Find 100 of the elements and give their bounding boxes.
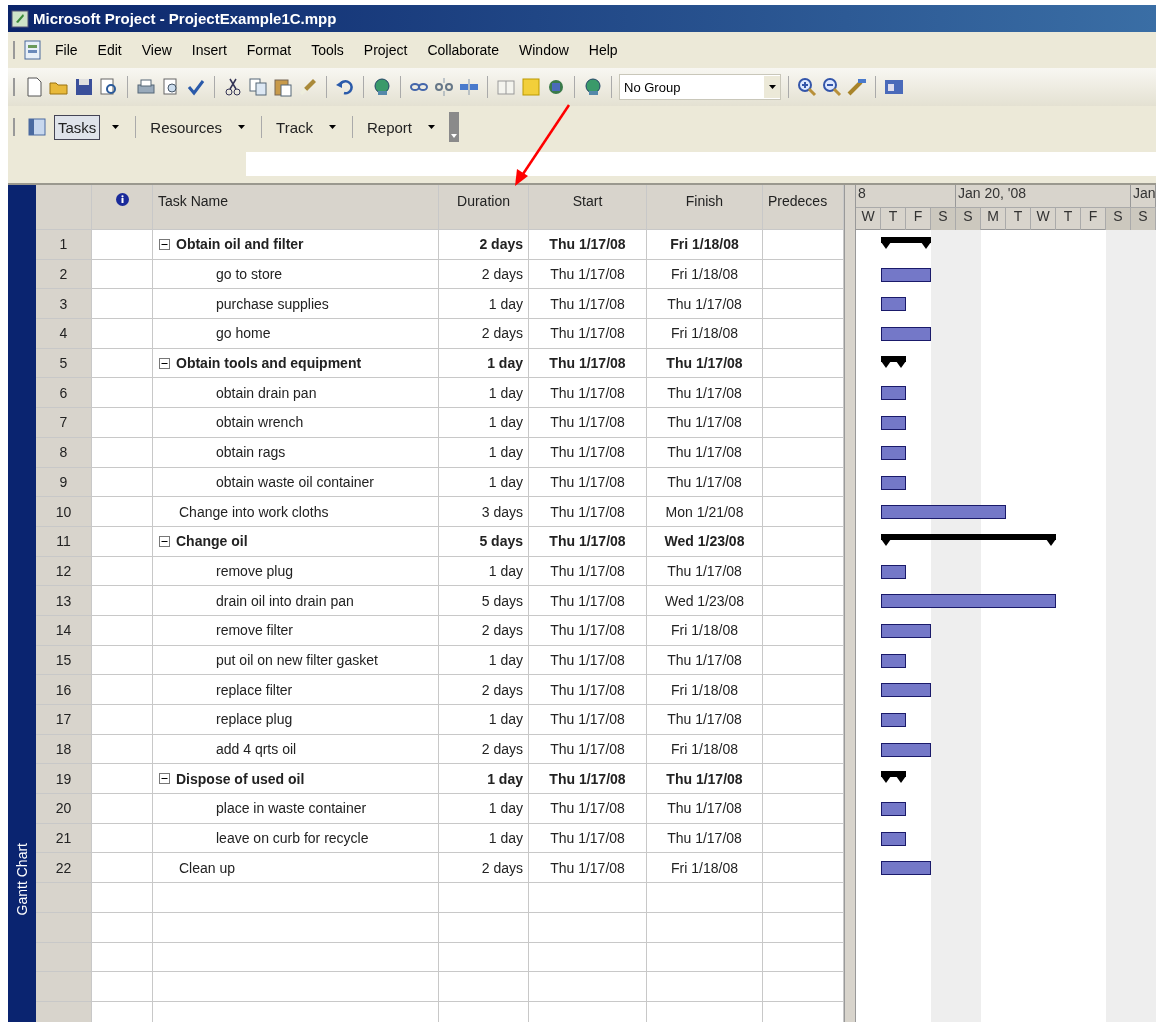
row-number[interactable]: 13 [36, 586, 92, 615]
wand-icon[interactable] [846, 76, 868, 98]
row-number[interactable]: 22 [36, 853, 92, 883]
table-cell: Fri 1/18/08 [647, 853, 763, 883]
task-bar[interactable] [881, 683, 931, 698]
dropdown-caret-icon[interactable] [329, 125, 336, 129]
toolbar-grip-icon[interactable] [12, 76, 16, 98]
dropdown-caret-icon[interactable] [238, 125, 246, 129]
collapse-toggle-icon[interactable] [159, 238, 170, 250]
toolbar-grip-icon[interactable] [12, 116, 16, 138]
menu-item[interactable]: Collaborate [418, 42, 508, 58]
view-button[interactable]: Track [272, 114, 317, 140]
menu-item[interactable]: Project [354, 42, 417, 58]
split-icon[interactable] [458, 76, 480, 98]
document-icon[interactable] [22, 39, 44, 61]
row-number[interactable]: 3 [36, 289, 92, 319]
day-label: T [1056, 208, 1081, 230]
menu-item[interactable]: Window [510, 42, 578, 58]
task-bar[interactable] [881, 623, 931, 638]
task-bar[interactable] [881, 831, 906, 846]
row-number[interactable]: 10 [36, 497, 92, 526]
table-cell: 1 day [439, 408, 529, 437]
task-name: drain oil into drain pan [216, 592, 354, 609]
row-number[interactable]: 2 [36, 259, 92, 289]
table-cell: 1 day [439, 556, 529, 586]
table-cell: Thu 1/17/08 [647, 823, 763, 853]
entry-field[interactable] [246, 152, 1156, 176]
collapse-toggle-icon[interactable] [159, 357, 170, 369]
view-button[interactable]: Resources [146, 114, 227, 140]
dropdown-caret-icon[interactable] [112, 125, 120, 129]
task-bar[interactable] [881, 475, 906, 490]
table-cell: Thu 1/17/08 [529, 675, 647, 704]
task-bar[interactable] [881, 327, 931, 342]
table-cell: Thu 1/17/08 [647, 794, 763, 823]
task-bar[interactable] [881, 594, 1056, 609]
collapse-toggle-icon[interactable] [159, 773, 170, 785]
row-number[interactable]: 9 [36, 467, 92, 497]
globe-icon[interactable] [371, 76, 393, 98]
task-bar[interactable] [881, 802, 906, 817]
table-cell: Thu 1/17/08 [529, 348, 647, 378]
row-number[interactable]: 5 [36, 348, 92, 378]
task-name: place in waste container [216, 800, 367, 817]
task-bar[interactable] [881, 297, 906, 312]
row-number[interactable]: 7 [36, 408, 92, 437]
menu-item[interactable]: Edit [88, 42, 131, 58]
row-number[interactable]: 1 [36, 230, 92, 259]
row-number[interactable]: 12 [36, 556, 92, 586]
row-number[interactable]: 15 [36, 645, 92, 675]
row-number[interactable]: 14 [36, 615, 92, 645]
menu-item[interactable]: File [46, 42, 87, 58]
summary-bar[interactable] [881, 355, 906, 368]
row-number[interactable]: 6 [36, 378, 92, 408]
collapse-toggle-icon[interactable] [159, 535, 170, 547]
view-button[interactable]: Tasks [54, 114, 101, 140]
save-icon[interactable] [73, 76, 95, 98]
row-number[interactable]: 11 [36, 526, 92, 556]
toolbar-grip-icon[interactable] [12, 39, 16, 61]
task-name: Obtain oil and filter [176, 236, 304, 253]
scissors-icon[interactable] [222, 76, 244, 98]
view-button[interactable]: Report [363, 114, 417, 140]
task-bar[interactable] [881, 416, 906, 431]
task-bar[interactable] [881, 445, 906, 460]
toolbar-options-icon[interactable] [449, 112, 460, 142]
zoom-out-icon[interactable] [821, 76, 843, 98]
task-bar[interactable] [881, 742, 931, 757]
table-cell: Thu 1/17/08 [647, 348, 763, 378]
row-number[interactable]: 19 [36, 764, 92, 794]
row-number[interactable]: 20 [36, 794, 92, 823]
row-number[interactable]: 21 [36, 823, 92, 853]
menu-item[interactable]: Help [579, 42, 627, 58]
paste-icon[interactable] [272, 76, 294, 98]
view-bar-icon[interactable] [26, 116, 48, 138]
day-label: T [1006, 208, 1031, 230]
task-bar[interactable] [881, 653, 906, 668]
menu-item[interactable]: Format [237, 42, 301, 58]
task-name: Change into work cloths [179, 503, 329, 520]
group-dropdown[interactable]: No Group [619, 74, 781, 100]
task-bar[interactable] [881, 861, 931, 876]
row-number[interactable]: 18 [36, 734, 92, 764]
table-cell: Thu 1/17/08 [647, 467, 763, 497]
summary-bar[interactable] [881, 771, 906, 784]
row-number[interactable]: 16 [36, 675, 92, 704]
task-name: Clean up [179, 859, 236, 876]
task-bar[interactable] [881, 386, 906, 401]
table-cell: Mon 1/21/08 [647, 497, 763, 526]
task-bar[interactable] [881, 267, 931, 282]
menu-item[interactable]: View [132, 42, 181, 58]
row-number[interactable]: 8 [36, 437, 92, 467]
summary-bar[interactable] [881, 237, 931, 249]
task-bar[interactable] [881, 505, 1006, 520]
unlink-icon[interactable] [433, 76, 455, 98]
row-number[interactable]: 4 [36, 319, 92, 348]
dropdown-caret-icon[interactable] [428, 125, 436, 129]
menu-item[interactable]: Insert [182, 42, 236, 58]
zoom-in-icon[interactable] [796, 76, 818, 98]
summary-bar[interactable] [881, 533, 1056, 546]
row-number[interactable]: 17 [36, 705, 92, 734]
globe-icon[interactable] [582, 76, 604, 98]
task-bar[interactable] [881, 564, 906, 579]
menu-item[interactable]: Tools [302, 42, 353, 58]
